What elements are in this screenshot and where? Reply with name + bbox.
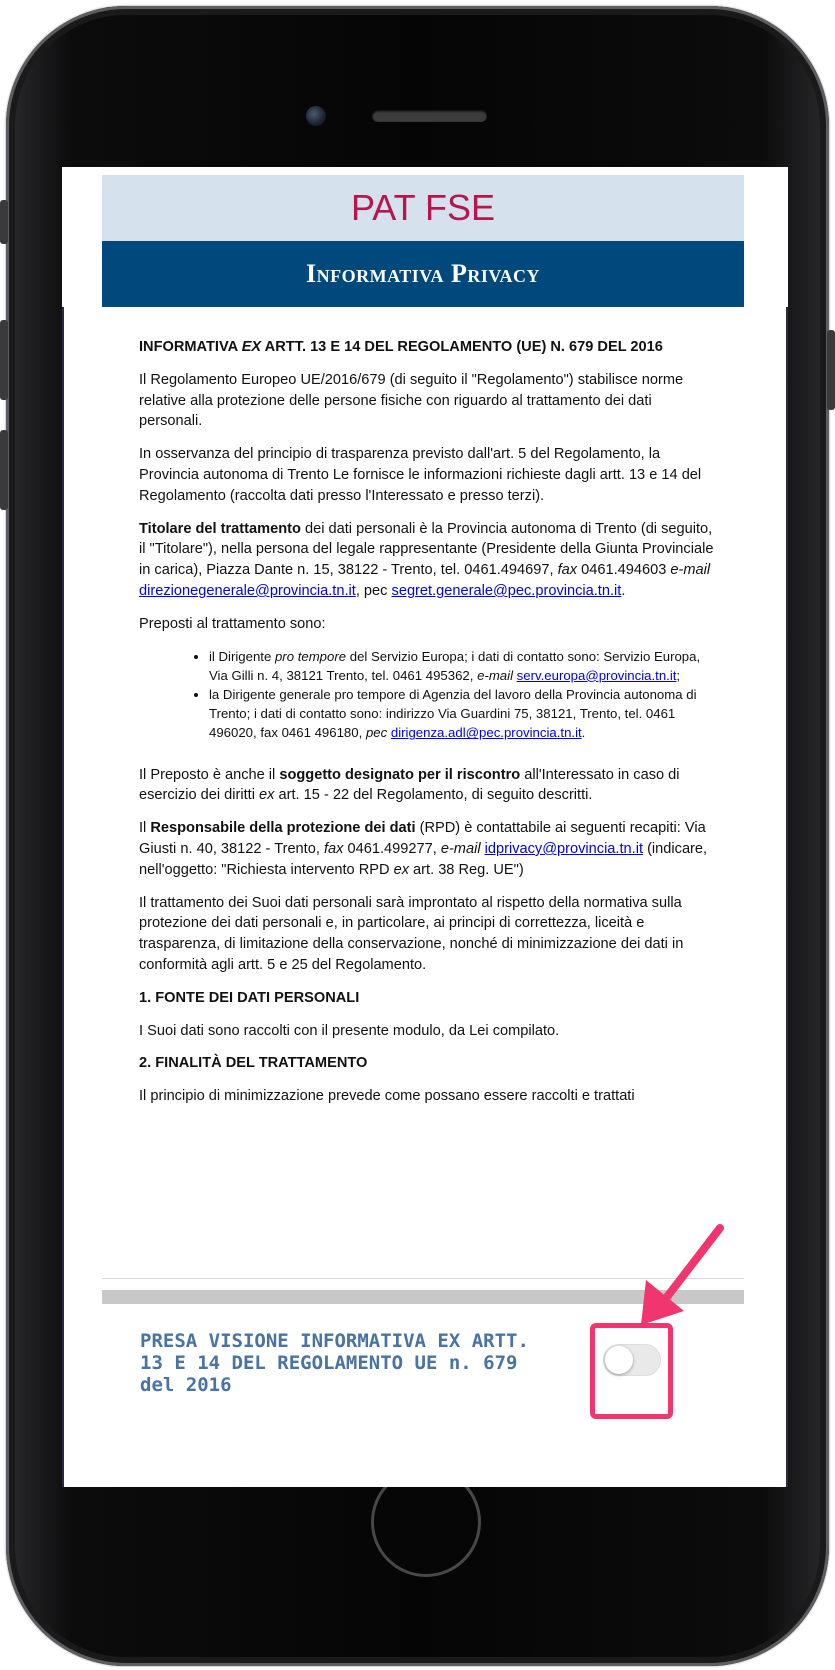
document-heading: INFORMATIVA EX ARTT. 13 E 14 DEL REGOLAM… <box>139 339 663 355</box>
section-text-fonte: I Suoi dati sono raccolti con il present… <box>139 1022 560 1039</box>
horizontal-scrollbar[interactable] <box>102 1290 744 1304</box>
section-title-fonte: 1. FONTE DEI DATI PERSONALI <box>139 989 360 1006</box>
email-link-serv-europa[interactable]: serv.europa@provincia.tn.it <box>517 668 677 683</box>
preposti-list: il Dirigente pro tempore del Servizio Eu… <box>139 647 719 743</box>
paragraph-preposto-riscontro: Il Preposto è anche il soggetto designat… <box>139 766 680 804</box>
pec-link-segreteria[interactable]: segret.generale@pec.provincia.tn.it <box>392 583 622 599</box>
section-text-finalita: Il principio di minimizzazione prevede c… <box>139 1088 635 1105</box>
paragraph-regolamento: Il Regolamento Europeo UE/2016/679 (di s… <box>139 371 684 430</box>
mute-switch <box>0 200 8 244</box>
volume-up-button <box>0 320 8 400</box>
privacy-header: Informativa Privacy <box>102 241 744 307</box>
list-item: il Dirigente pro tempore del Servizio Eu… <box>209 647 719 685</box>
email-link-direzione[interactable]: direzionegenerale@provincia.tn.it <box>139 583 356 599</box>
front-camera <box>306 106 326 126</box>
email-link-idprivacy[interactable]: idprivacy@provincia.tn.it <box>485 841 643 857</box>
app-title-bar: PAT FSE <box>102 175 744 241</box>
privacy-header-title: Informativa Privacy <box>305 259 540 288</box>
divider <box>102 1278 744 1279</box>
paragraph-titolare: Titolare del trattamento dei dati person… <box>139 520 714 599</box>
app-title: PAT FSE <box>350 187 496 228</box>
volume-down-button <box>0 430 8 510</box>
paragraph-principi: Il trattamento dei Suoi dati personali s… <box>139 894 684 973</box>
paragraph-preposti: Preposti al trattamento sono: <box>139 615 326 632</box>
power-button <box>827 330 835 410</box>
paragraph-rpd: Il Responsabile della protezione dei dat… <box>139 820 708 878</box>
list-item: la Dirigente generale pro tempore di Age… <box>209 685 719 743</box>
section-title-finalita: 2. FINALITÀ DEL TRATTAMENTO <box>139 1055 368 1072</box>
earpiece-speaker <box>372 110 487 122</box>
phone-screen: PAT FSE Informativa Privacy INFORMATIVA … <box>62 167 788 1487</box>
paragraph-trasparenza: In osservanza del principio di trasparen… <box>139 446 702 504</box>
highlight-box <box>590 1323 673 1419</box>
consent-label: PRESA VISIONE INFORMATIVA EX ARTT. 13 E … <box>140 1330 529 1396</box>
pec-link-dirigenza[interactable]: dirigenza.adl@pec.provincia.tn.it <box>391 725 582 740</box>
privacy-document[interactable]: INFORMATIVA EX ARTT. 13 E 14 DEL REGOLAM… <box>139 337 719 1447</box>
